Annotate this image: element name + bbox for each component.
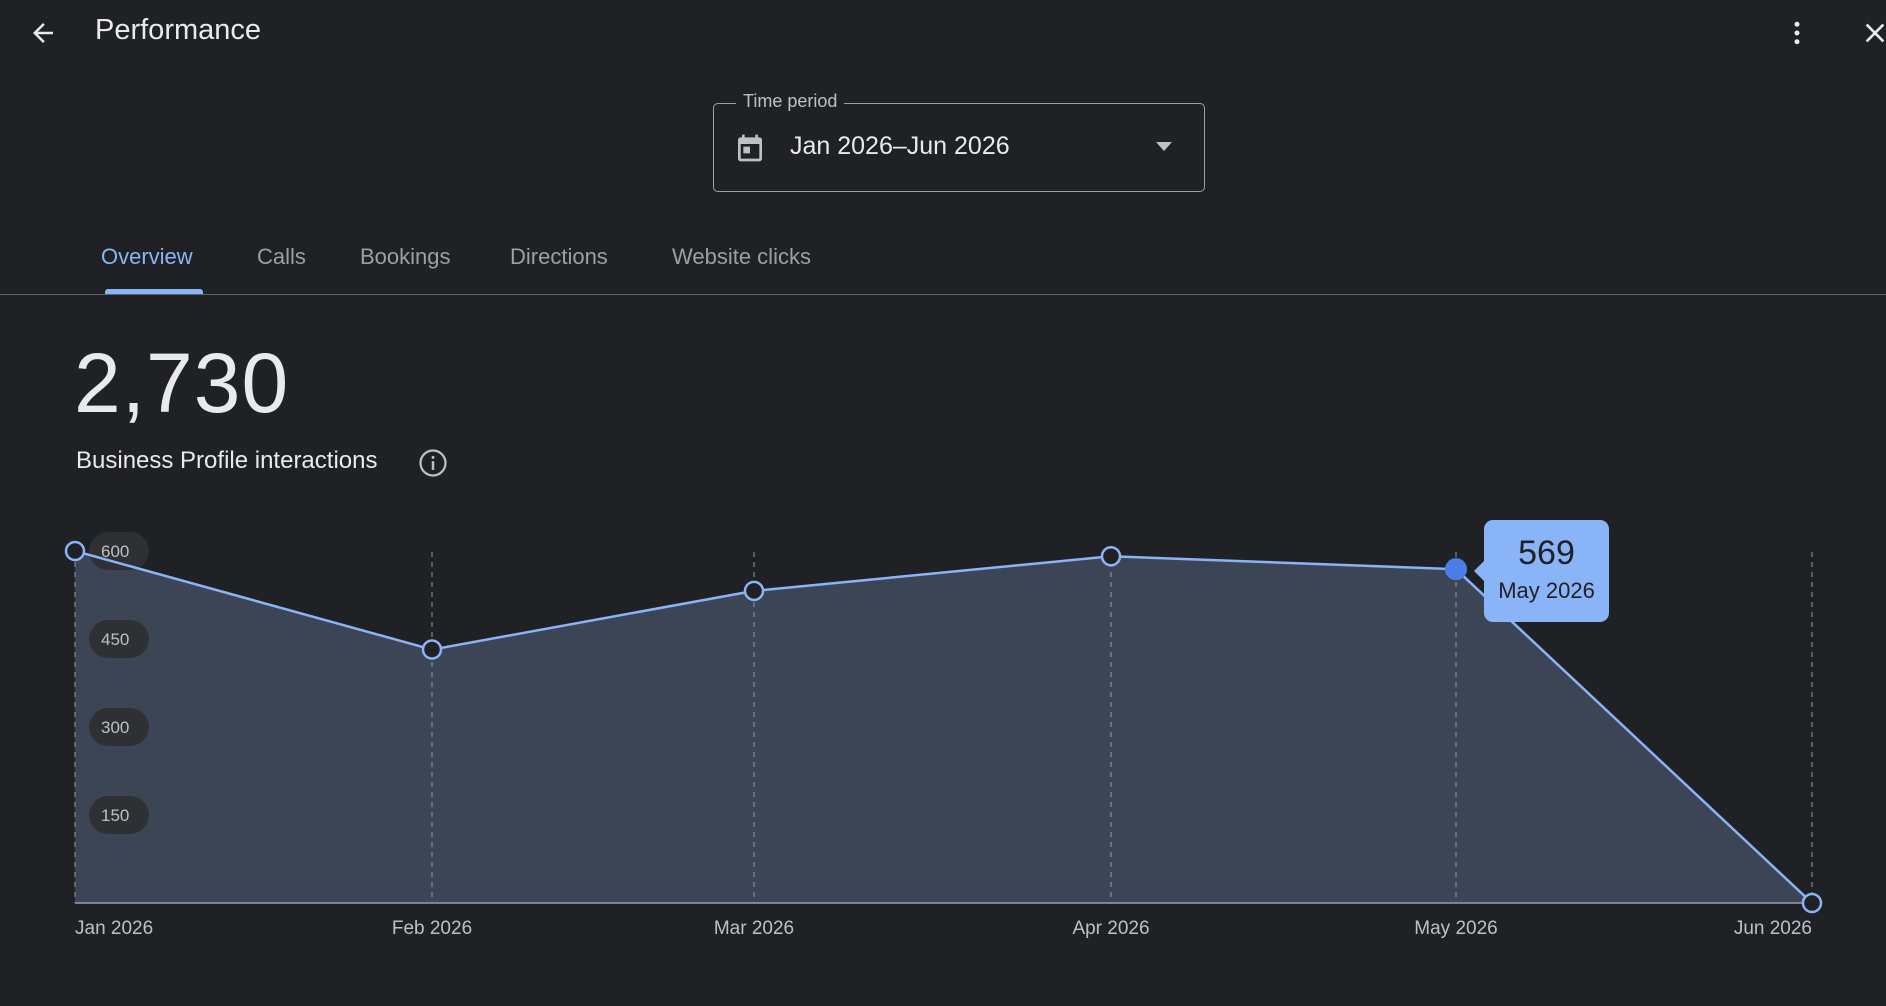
ytick-label-450: 450 xyxy=(101,630,129,649)
xtick-label-0: Jan 2026 xyxy=(75,918,153,939)
tooltip-value: 569 xyxy=(1518,534,1575,572)
data-point-4 xyxy=(1445,558,1467,581)
xtick-label-1: Feb 2026 xyxy=(392,918,472,939)
xtick-label-2: Mar 2026 xyxy=(714,918,794,939)
interactions-chart: 150300450600Jan 2026 Feb 2026 Mar 2026 Apr … xyxy=(64,532,1823,939)
chart-tooltip: 569 May 2026 xyxy=(1474,520,1609,622)
data-point-2 xyxy=(743,580,765,602)
data-point-3 xyxy=(1100,546,1122,567)
xtick-label-3: Apr 2026 xyxy=(1072,918,1149,939)
ytick-label-150: 150 xyxy=(101,806,129,825)
xtick-label-4: May 2026 xyxy=(1414,918,1497,939)
data-point-5 xyxy=(1801,892,1823,914)
data-point-0 xyxy=(64,540,86,562)
data-point-1 xyxy=(421,639,443,660)
tooltip-period: May 2026 xyxy=(1498,578,1595,603)
ytick-label-300: 300 xyxy=(101,718,129,737)
xtick-label-5: Jun 2026 xyxy=(1734,918,1812,939)
